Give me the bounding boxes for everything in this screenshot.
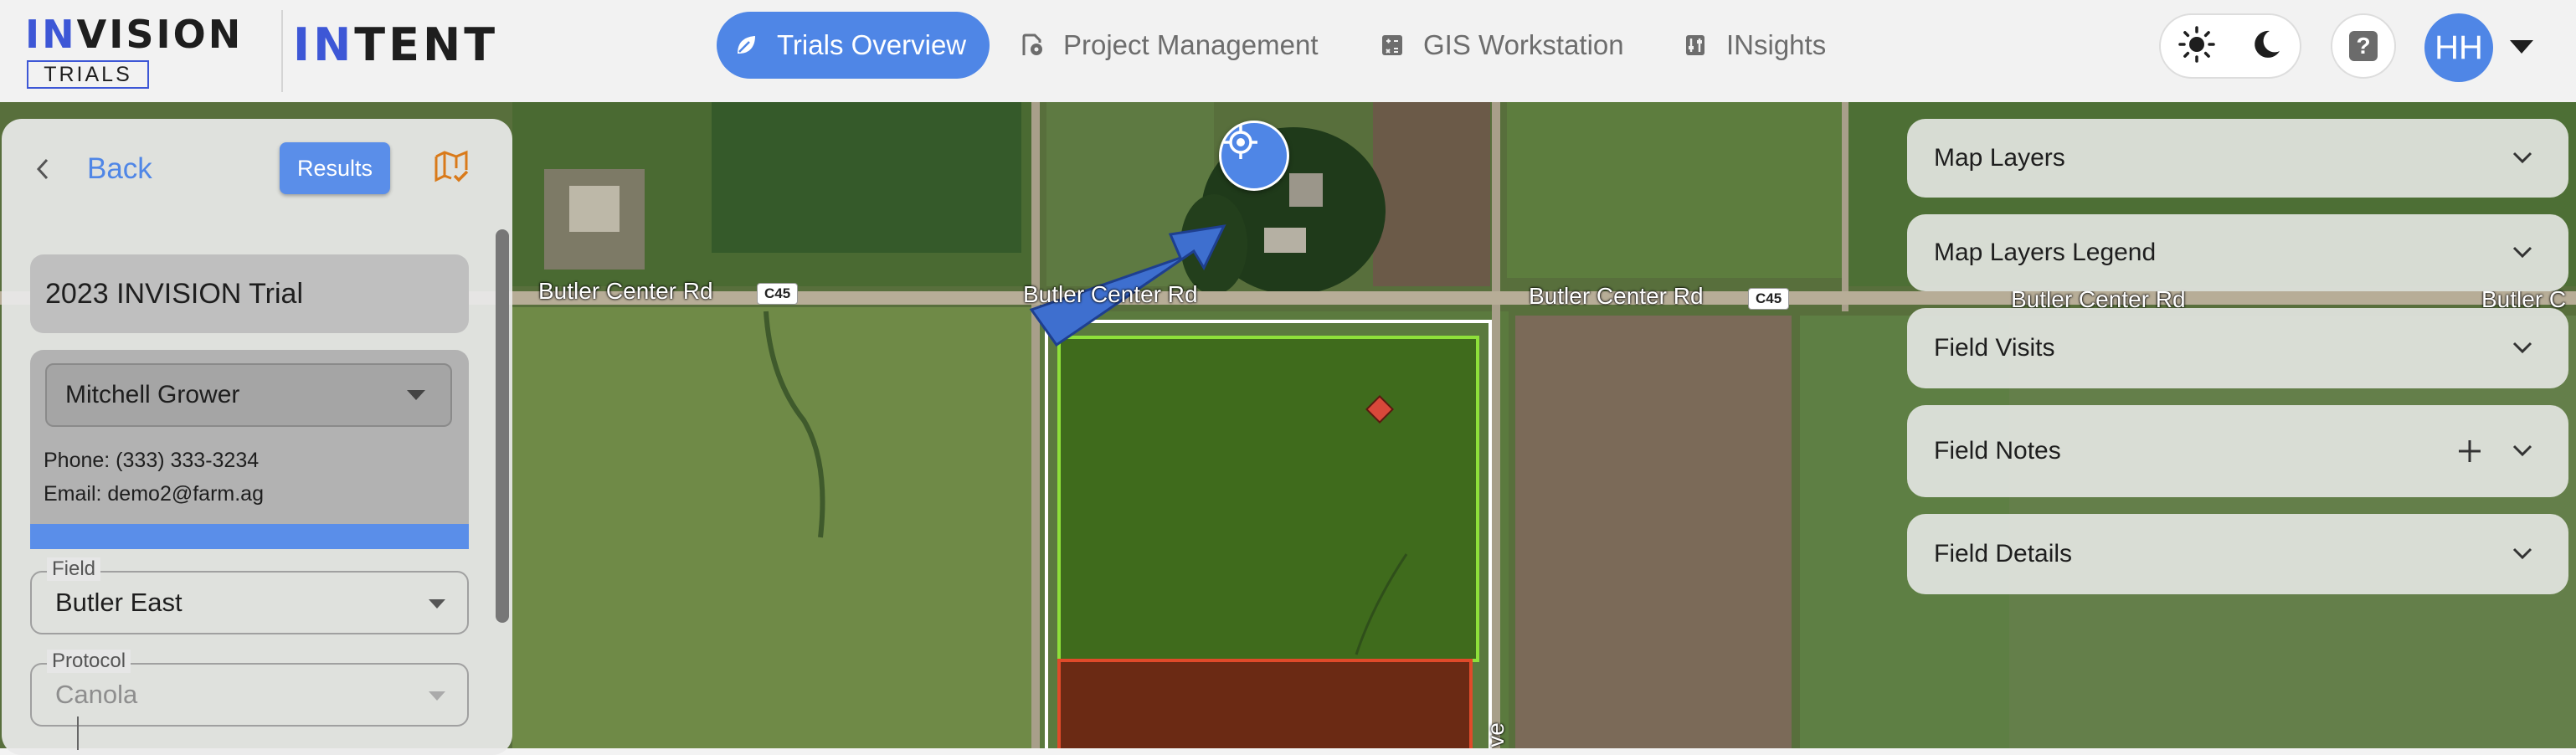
accordion-title: Field Visits [1934, 334, 2055, 362]
tab-project-management[interactable]: Project Management [1020, 12, 1319, 79]
protocol-select-label: Protocol [47, 650, 131, 673]
calculator-icon [1380, 33, 1405, 58]
results-button[interactable]: Results [280, 142, 390, 194]
caret-down-icon [429, 691, 445, 701]
help-button[interactable]: ? [2331, 13, 2396, 79]
protocol-select-value: Canola [55, 680, 138, 709]
intent-rest: TENT [354, 18, 499, 71]
accordion-title: Field Notes [1934, 437, 2061, 465]
grower-card-accent-bar [30, 524, 469, 549]
locate-me-button[interactable] [1219, 121, 1289, 191]
road-label: Butler Center Rd [1023, 281, 1198, 307]
chevron-down-icon [2510, 335, 2535, 360]
theme-toggle[interactable] [2159, 13, 2301, 79]
intent-logo[interactable]: INTENT [293, 18, 498, 71]
route-badge: C45 [757, 283, 799, 305]
chevron-left-icon [33, 152, 67, 186]
trial-side-panel: Back Results 2023 INVISION Trial Mitchel… [2, 119, 512, 755]
panel-scrollbar[interactable] [496, 229, 509, 623]
route-badge: C45 [1748, 288, 1790, 310]
trials-logo-label: TRIALS [27, 60, 149, 89]
grower-card: Mitchell Grower Phone: (333) 333-3234 Em… [30, 350, 469, 549]
road-label: Butler Center Rd [538, 278, 713, 304]
logo-rest: VISION [76, 12, 244, 57]
logo-prefix: IN [25, 12, 77, 57]
accordion-title: Map Layers Legend [1934, 239, 2157, 266]
question-icon: ? [2349, 31, 2378, 61]
intent-prefix: IN [293, 18, 355, 71]
accordion-field-details[interactable]: Field Details [1907, 514, 2568, 594]
invision-logo[interactable]: INVISION [25, 12, 243, 57]
user-menu-caret-icon[interactable] [2510, 40, 2533, 54]
accordion-map-layers[interactable]: Map Layers [1907, 119, 2568, 198]
tab-label: INsights [1726, 29, 1827, 60]
accordion-title: Map Layers [1934, 144, 2065, 172]
caret-down-icon [407, 390, 425, 400]
sliders-icon [1683, 33, 1708, 58]
accordion-field-visits[interactable]: Field Visits [1907, 308, 2568, 388]
trial-name-card[interactable]: 2023 INVISION Trial [30, 254, 469, 333]
grower-email: Email: demo2@farm.ag [44, 482, 264, 506]
moon-icon[interactable] [2250, 28, 2283, 65]
field-select-value: Butler East [55, 588, 183, 617]
tab-label: GIS Workstation [1423, 29, 1624, 60]
tab-label: Trials Overview [777, 29, 967, 60]
grower-select-value: Mitchell Grower [65, 381, 240, 408]
app-header: INVISION TRIALS INTENT Trials Overview P… [0, 0, 2576, 103]
field-select[interactable]: Field Butler East [30, 557, 469, 634]
side-road-label: ve [1482, 722, 1509, 747]
add-note-plus-icon[interactable] [2455, 436, 2485, 466]
road-label: Butler Center Rd [1529, 283, 1704, 309]
tree-connector-line [77, 716, 79, 750]
accordion-field-notes[interactable]: Field Notes [1907, 405, 2568, 497]
field-select-label: Field [47, 557, 101, 581]
grower-select[interactable]: Mitchell Grower [45, 363, 452, 427]
grower-phone: Phone: (333) 333-3234 [44, 449, 260, 472]
tab-gis-workstation[interactable]: GIS Workstation [1380, 12, 1624, 79]
tab-trials-overview[interactable]: Trials Overview [717, 12, 990, 79]
leaf-icon [733, 33, 758, 58]
tab-insights[interactable]: INsights [1683, 12, 1826, 79]
caret-down-icon [429, 599, 445, 609]
chevron-down-icon [2510, 239, 2535, 265]
user-avatar[interactable]: HH [2424, 13, 2493, 82]
map-check-icon[interactable] [430, 146, 472, 187]
accordion-map-layers-legend[interactable]: Map Layers Legend [1907, 214, 2568, 291]
logo-divider [281, 10, 283, 92]
sun-icon[interactable] [2178, 25, 2216, 68]
project-gear-icon [1020, 33, 1045, 58]
tab-label: Project Management [1063, 29, 1319, 60]
accordion-title: Field Details [1934, 540, 2073, 568]
chevron-down-icon [2510, 145, 2535, 170]
chevron-down-icon [2510, 438, 2535, 463]
protocol-select[interactable]: Protocol Canola [30, 650, 469, 727]
back-button[interactable]: Back [33, 152, 152, 186]
chevron-down-icon [2510, 541, 2535, 566]
back-label: Back [87, 152, 152, 185]
